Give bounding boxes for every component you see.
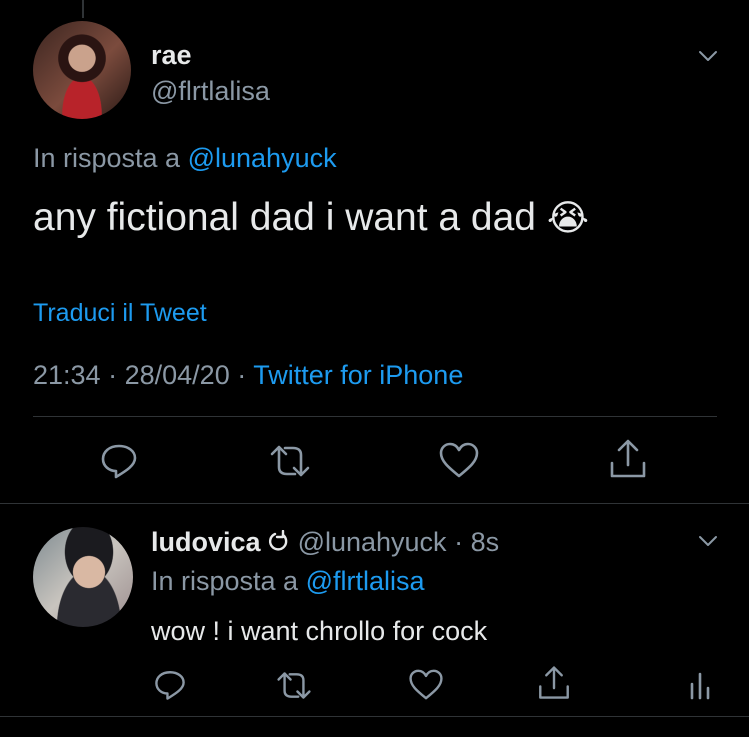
meta-separator: · <box>108 360 118 390</box>
chevron-down-icon[interactable] <box>697 45 719 67</box>
retweet-icon[interactable] <box>276 670 312 701</box>
chevron-down-icon[interactable] <box>697 530 719 552</box>
translate-tweet-link[interactable]: Traduci il Tweet <box>33 299 207 328</box>
user-handle[interactable]: @flrtlalisa <box>151 76 270 107</box>
analytics-icon[interactable] <box>688 670 712 700</box>
crying-emoji: 😭 <box>546 197 589 238</box>
tweet-source-link[interactable]: Twitter for iPhone <box>253 360 463 390</box>
thread-connector-line <box>82 0 84 18</box>
time-ago[interactable]: 8s <box>471 527 500 557</box>
tweet-text: any fictional dad i want a dad 😭 <box>33 196 589 240</box>
tweet-body: any fictional dad i want a dad <box>33 196 537 239</box>
share-icon[interactable] <box>536 664 572 702</box>
tweet-date[interactable]: 28/04/20 <box>125 360 230 390</box>
display-name[interactable]: ludovica <box>151 527 261 557</box>
reply-icon[interactable] <box>153 668 187 702</box>
reply-context: In risposta a @lunahyuck <box>33 143 337 174</box>
thread-refresh-icon <box>268 529 290 561</box>
reply-header: ludovica @lunahyuck · 8s <box>151 527 499 561</box>
reply-icon[interactable] <box>99 441 139 481</box>
stats-divider <box>33 416 717 417</box>
display-name[interactable]: rae <box>151 40 192 71</box>
tweet-time[interactable]: 21:34 <box>33 360 101 390</box>
retweet-icon[interactable] <box>269 443 311 479</box>
reply-context: In risposta a @flrtlalisa <box>151 566 425 597</box>
reply-to-link[interactable]: @flrtlalisa <box>306 566 425 596</box>
reply-prefix: In risposta a <box>151 566 299 596</box>
reply-prefix: In risposta a <box>33 143 181 173</box>
like-icon[interactable] <box>408 668 444 701</box>
meta-separator: · <box>454 527 464 557</box>
share-icon[interactable] <box>607 437 649 481</box>
avatar[interactable] <box>33 527 133 627</box>
tweet-divider <box>0 503 749 504</box>
like-icon[interactable] <box>438 441 480 479</box>
reply-to-link[interactable]: @lunahyuck <box>188 143 337 173</box>
meta-separator: · <box>237 360 247 390</box>
user-handle[interactable]: @lunahyuck <box>298 527 447 557</box>
tweet-meta: 21:34 · 28/04/20 · Twitter for iPhone <box>33 360 463 391</box>
bottom-divider <box>0 716 749 717</box>
tweet-text: wow ! i want chrollo for cock <box>151 616 488 646</box>
avatar[interactable] <box>33 21 131 119</box>
